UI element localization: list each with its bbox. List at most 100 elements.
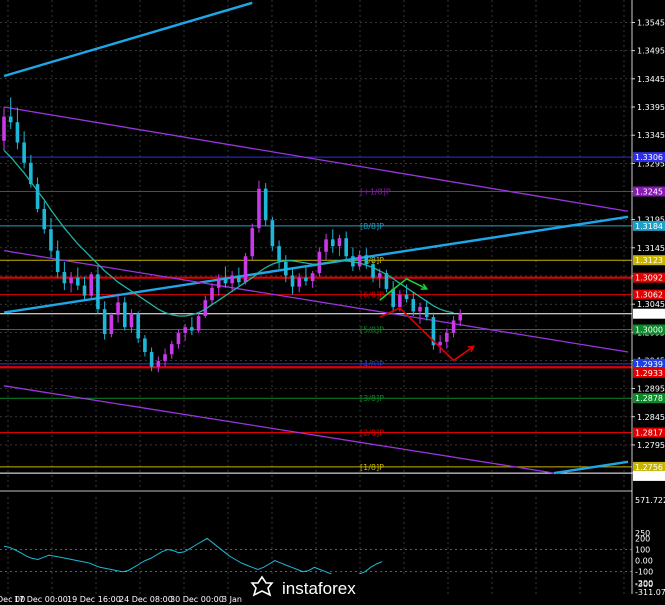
candle-body <box>317 251 322 274</box>
candle-body <box>243 256 248 283</box>
candle-body <box>2 116 6 141</box>
candle-body <box>62 272 67 284</box>
candle-body <box>96 274 100 310</box>
level-price-label: 1.2878 <box>635 394 663 403</box>
candle-body <box>223 278 228 284</box>
candle-body <box>371 264 375 278</box>
trend-lines <box>3 1 629 475</box>
osc-y-tick-label: -311.0700 <box>635 588 665 597</box>
candle-body <box>377 273 382 278</box>
candle-body <box>102 309 107 334</box>
candle-body <box>337 238 342 247</box>
level-tag: [+1/8]P <box>360 187 391 196</box>
trend-line <box>554 460 629 475</box>
candle-body <box>398 294 402 307</box>
candle-body <box>458 313 463 321</box>
candle-body <box>270 220 275 247</box>
level-tag: [1/8]P <box>360 463 384 472</box>
candle-body <box>404 294 409 300</box>
candle-body <box>82 285 87 296</box>
y-tick-label: 1.2895 <box>637 385 665 394</box>
level-tag: [3/8]P <box>360 394 384 403</box>
candle-body <box>8 116 13 123</box>
candle-body <box>237 275 241 283</box>
candle-body <box>330 239 335 247</box>
candle-body <box>163 354 167 362</box>
candle-body <box>169 344 174 355</box>
candle-body <box>76 277 80 286</box>
candle-body <box>284 261 288 276</box>
chart-window: [+1/8]P [8/8]P [7/8]P [6/8]P [5/8]P [4/8]P [3/… <box>0 0 665 605</box>
candle-body <box>297 277 302 287</box>
candlesticks <box>2 97 463 373</box>
y-tick-label: 1.3395 <box>637 103 665 112</box>
trend-line <box>3 1 253 78</box>
candle-body <box>451 320 456 333</box>
level-price-label: 1.2933 <box>635 369 663 378</box>
candle-body <box>136 313 140 339</box>
level-price-label: 1.2745 <box>635 472 663 481</box>
level-price-label: 1.3123 <box>635 256 663 265</box>
candle-body <box>89 274 94 296</box>
x-tick-label: 24 Dec 08:00 <box>119 595 173 604</box>
trading-chart: [+1/8]P[8/8]P[7/8]P[6/8]P[5/8]P[4/8]P[3/… <box>0 0 665 604</box>
candle-body <box>230 275 234 284</box>
candle-body <box>190 327 194 331</box>
y-tick-label: 1.3045 <box>637 300 665 309</box>
candle-body <box>324 239 328 252</box>
grid <box>0 0 632 594</box>
candle-body <box>69 277 73 284</box>
candle-body <box>55 250 60 273</box>
candle-body <box>438 341 442 346</box>
y-tick-label: 1.2795 <box>637 441 665 450</box>
x-tick-label: 17 Dec 00:00 <box>14 595 68 604</box>
candle-body <box>216 278 221 288</box>
candle-body <box>196 315 201 331</box>
candle-body <box>290 275 295 287</box>
trend-line <box>3 385 555 474</box>
candle-body <box>149 352 154 367</box>
osc-y-tick-label: -100 <box>635 568 653 577</box>
candle-body <box>344 238 348 257</box>
candle-body <box>357 255 362 267</box>
candle-body <box>304 277 308 282</box>
y-tick-label: 1.3495 <box>637 47 665 56</box>
oscillator-line <box>3 537 383 581</box>
level-price-label: 1.3245 <box>635 187 663 196</box>
x-tick-label: 19 Dec 16:00 <box>67 595 121 604</box>
candle-body <box>129 313 134 328</box>
watermark: instaforex <box>245 574 420 600</box>
level-tag: [6/8]P <box>360 291 384 300</box>
level-price-label: 1.3306 <box>635 153 663 162</box>
candle-body <box>424 306 429 318</box>
candle-body <box>445 332 449 342</box>
level-tag: [8/8]P <box>360 222 384 231</box>
y-tick-label: 1.3345 <box>637 131 665 140</box>
candle-body <box>364 255 369 265</box>
candle-body <box>116 302 120 315</box>
candle-body <box>310 273 315 282</box>
candle-body <box>49 229 53 251</box>
y-tick-label: 1.3145 <box>637 244 665 253</box>
level-tag: [2/8]P <box>360 429 384 438</box>
watermark-text: instaforex <box>282 579 356 598</box>
candle-body <box>176 332 181 345</box>
candle-body <box>263 188 268 221</box>
level-price-label: 1.3184 <box>635 222 663 231</box>
candle-body <box>210 287 214 301</box>
level-price-label: 1.2756 <box>635 463 663 472</box>
candle-body <box>122 302 127 328</box>
y-tick-label: 1.3445 <box>637 75 665 84</box>
level-price-label: 1.3028 <box>635 310 663 319</box>
candle-body <box>183 327 187 333</box>
y-tick-label: 1.2845 <box>637 413 665 422</box>
level-price-label: 1.2939 <box>635 360 663 369</box>
candle-body <box>156 361 161 367</box>
candle-body <box>109 314 114 334</box>
candle-body <box>143 338 147 353</box>
candle-body <box>391 288 395 307</box>
candle-body <box>277 246 281 262</box>
candle-body <box>411 299 416 312</box>
level-price-label: 1.3092 <box>635 274 663 283</box>
osc-y-tick-label: 200 <box>635 534 650 543</box>
